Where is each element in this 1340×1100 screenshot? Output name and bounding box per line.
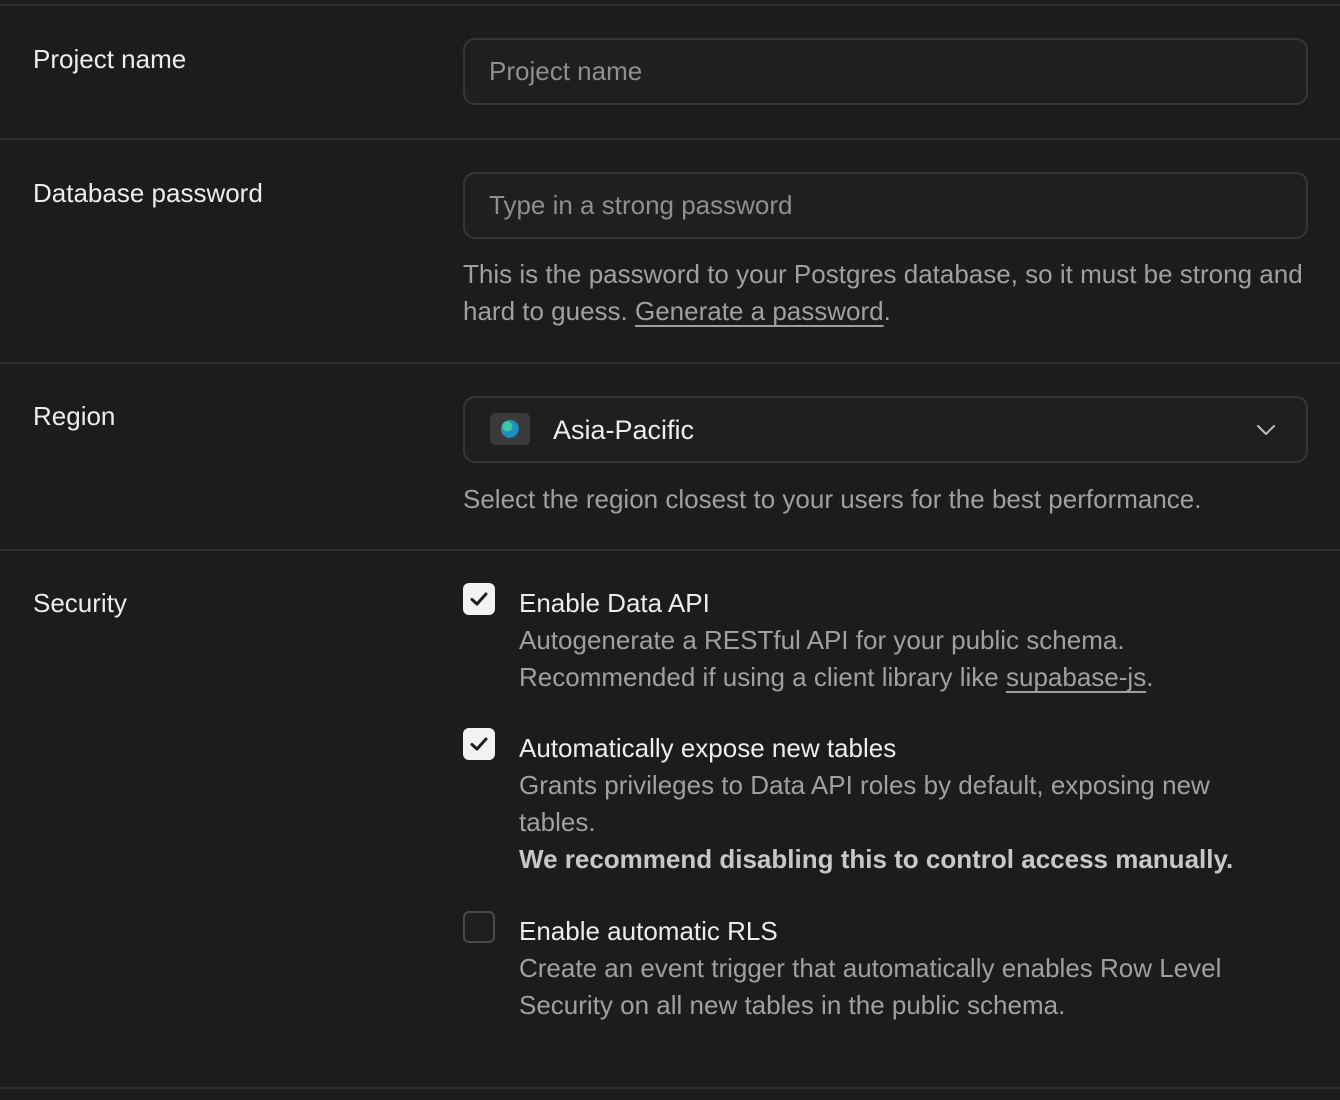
- project-name-input[interactable]: [463, 38, 1308, 105]
- chevron-down-icon: [1257, 425, 1275, 435]
- checkmark-icon: [470, 592, 488, 606]
- enable-data-api-title[interactable]: Enable Data API: [519, 587, 710, 619]
- region-section: Region Asia-Pacific Select the region cl…: [0, 364, 1340, 551]
- expose-new-tables-checkbox[interactable]: [463, 728, 495, 760]
- enable-data-api-desc-line1: Autogenerate a RESTful API for your publ…: [519, 625, 1125, 655]
- security-section: Security Enable Data API Autogenerate a …: [0, 551, 1340, 1087]
- security-label: Security: [33, 588, 127, 618]
- region-label: Region: [33, 401, 116, 431]
- enable-automatic-rls-title[interactable]: Enable automatic RLS: [519, 915, 778, 947]
- region-selected-value: Asia-Pacific: [553, 415, 695, 445]
- enable-data-api-desc-line2: Recommended if using a client library li…: [519, 659, 1299, 696]
- project-name-label: Project name: [33, 44, 187, 74]
- database-password-label: Database password: [33, 178, 263, 208]
- enable-data-api-desc-end: .: [1146, 662, 1154, 692]
- expose-new-tables-warning: We recommend disabling this to control a…: [519, 844, 1234, 874]
- password-help-end: .: [883, 296, 891, 326]
- enable-data-api-desc-text: Recommended if using a client library li…: [519, 662, 1006, 692]
- generate-password-link[interactable]: Generate a password: [635, 296, 884, 326]
- bottom-divider: [0, 1087, 1340, 1089]
- enable-data-api-checkbox[interactable]: [463, 583, 495, 615]
- database-password-section: Database password This is the password t…: [0, 140, 1340, 364]
- password-help-text: This is the password to your Postgres da…: [463, 256, 1323, 330]
- enable-data-api-description: Autogenerate a RESTful API for your publ…: [519, 622, 1299, 696]
- expose-new-tables-desc-text: Grants privileges to Data API roles by d…: [519, 770, 1210, 837]
- region-help-text: Select the region closest to your users …: [463, 484, 1202, 514]
- enable-automatic-rls-description: Create an event trigger that automatical…: [519, 953, 1222, 1020]
- expose-new-tables-description: Grants privileges to Data API roles by d…: [519, 767, 1279, 878]
- expose-new-tables-title[interactable]: Automatically expose new tables: [519, 732, 896, 764]
- supabase-js-link[interactable]: supabase-js: [1006, 662, 1146, 692]
- database-password-input[interactable]: [463, 172, 1308, 239]
- region-select[interactable]: Asia-Pacific: [463, 396, 1308, 463]
- project-settings-form: Project name Database password This is t…: [0, 0, 1340, 1100]
- checkmark-icon: [470, 737, 488, 751]
- globe-icon: [490, 413, 530, 445]
- enable-automatic-rls-checkbox[interactable]: [463, 911, 495, 943]
- project-name-section: Project name: [0, 6, 1340, 140]
